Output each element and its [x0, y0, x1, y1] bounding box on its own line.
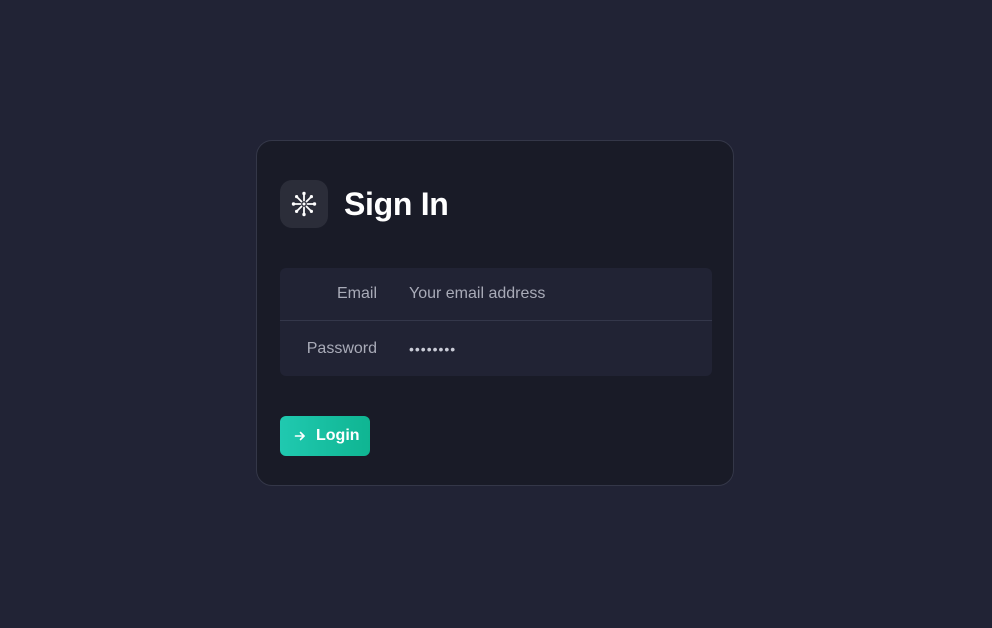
password-field[interactable] [409, 340, 699, 357]
login-button[interactable]: Login [280, 416, 370, 456]
password-label: Password [306, 339, 377, 357]
sign-in-page: Sign In Email Password Login [0, 0, 992, 628]
arrow-right-icon [294, 430, 306, 442]
credentials-fields: Email Password [280, 268, 712, 376]
email-label: Email [336, 285, 377, 302]
email-row: Email [280, 268, 712, 321]
password-row: Password [280, 321, 712, 376]
asterisk-burst-icon [280, 180, 328, 228]
email-field[interactable] [409, 285, 699, 303]
sign-in-card: Sign In Email Password Login [256, 140, 734, 486]
login-button-label: Login [316, 427, 360, 444]
card-header: Sign In [280, 180, 449, 228]
page-title: Sign In [344, 185, 449, 222]
